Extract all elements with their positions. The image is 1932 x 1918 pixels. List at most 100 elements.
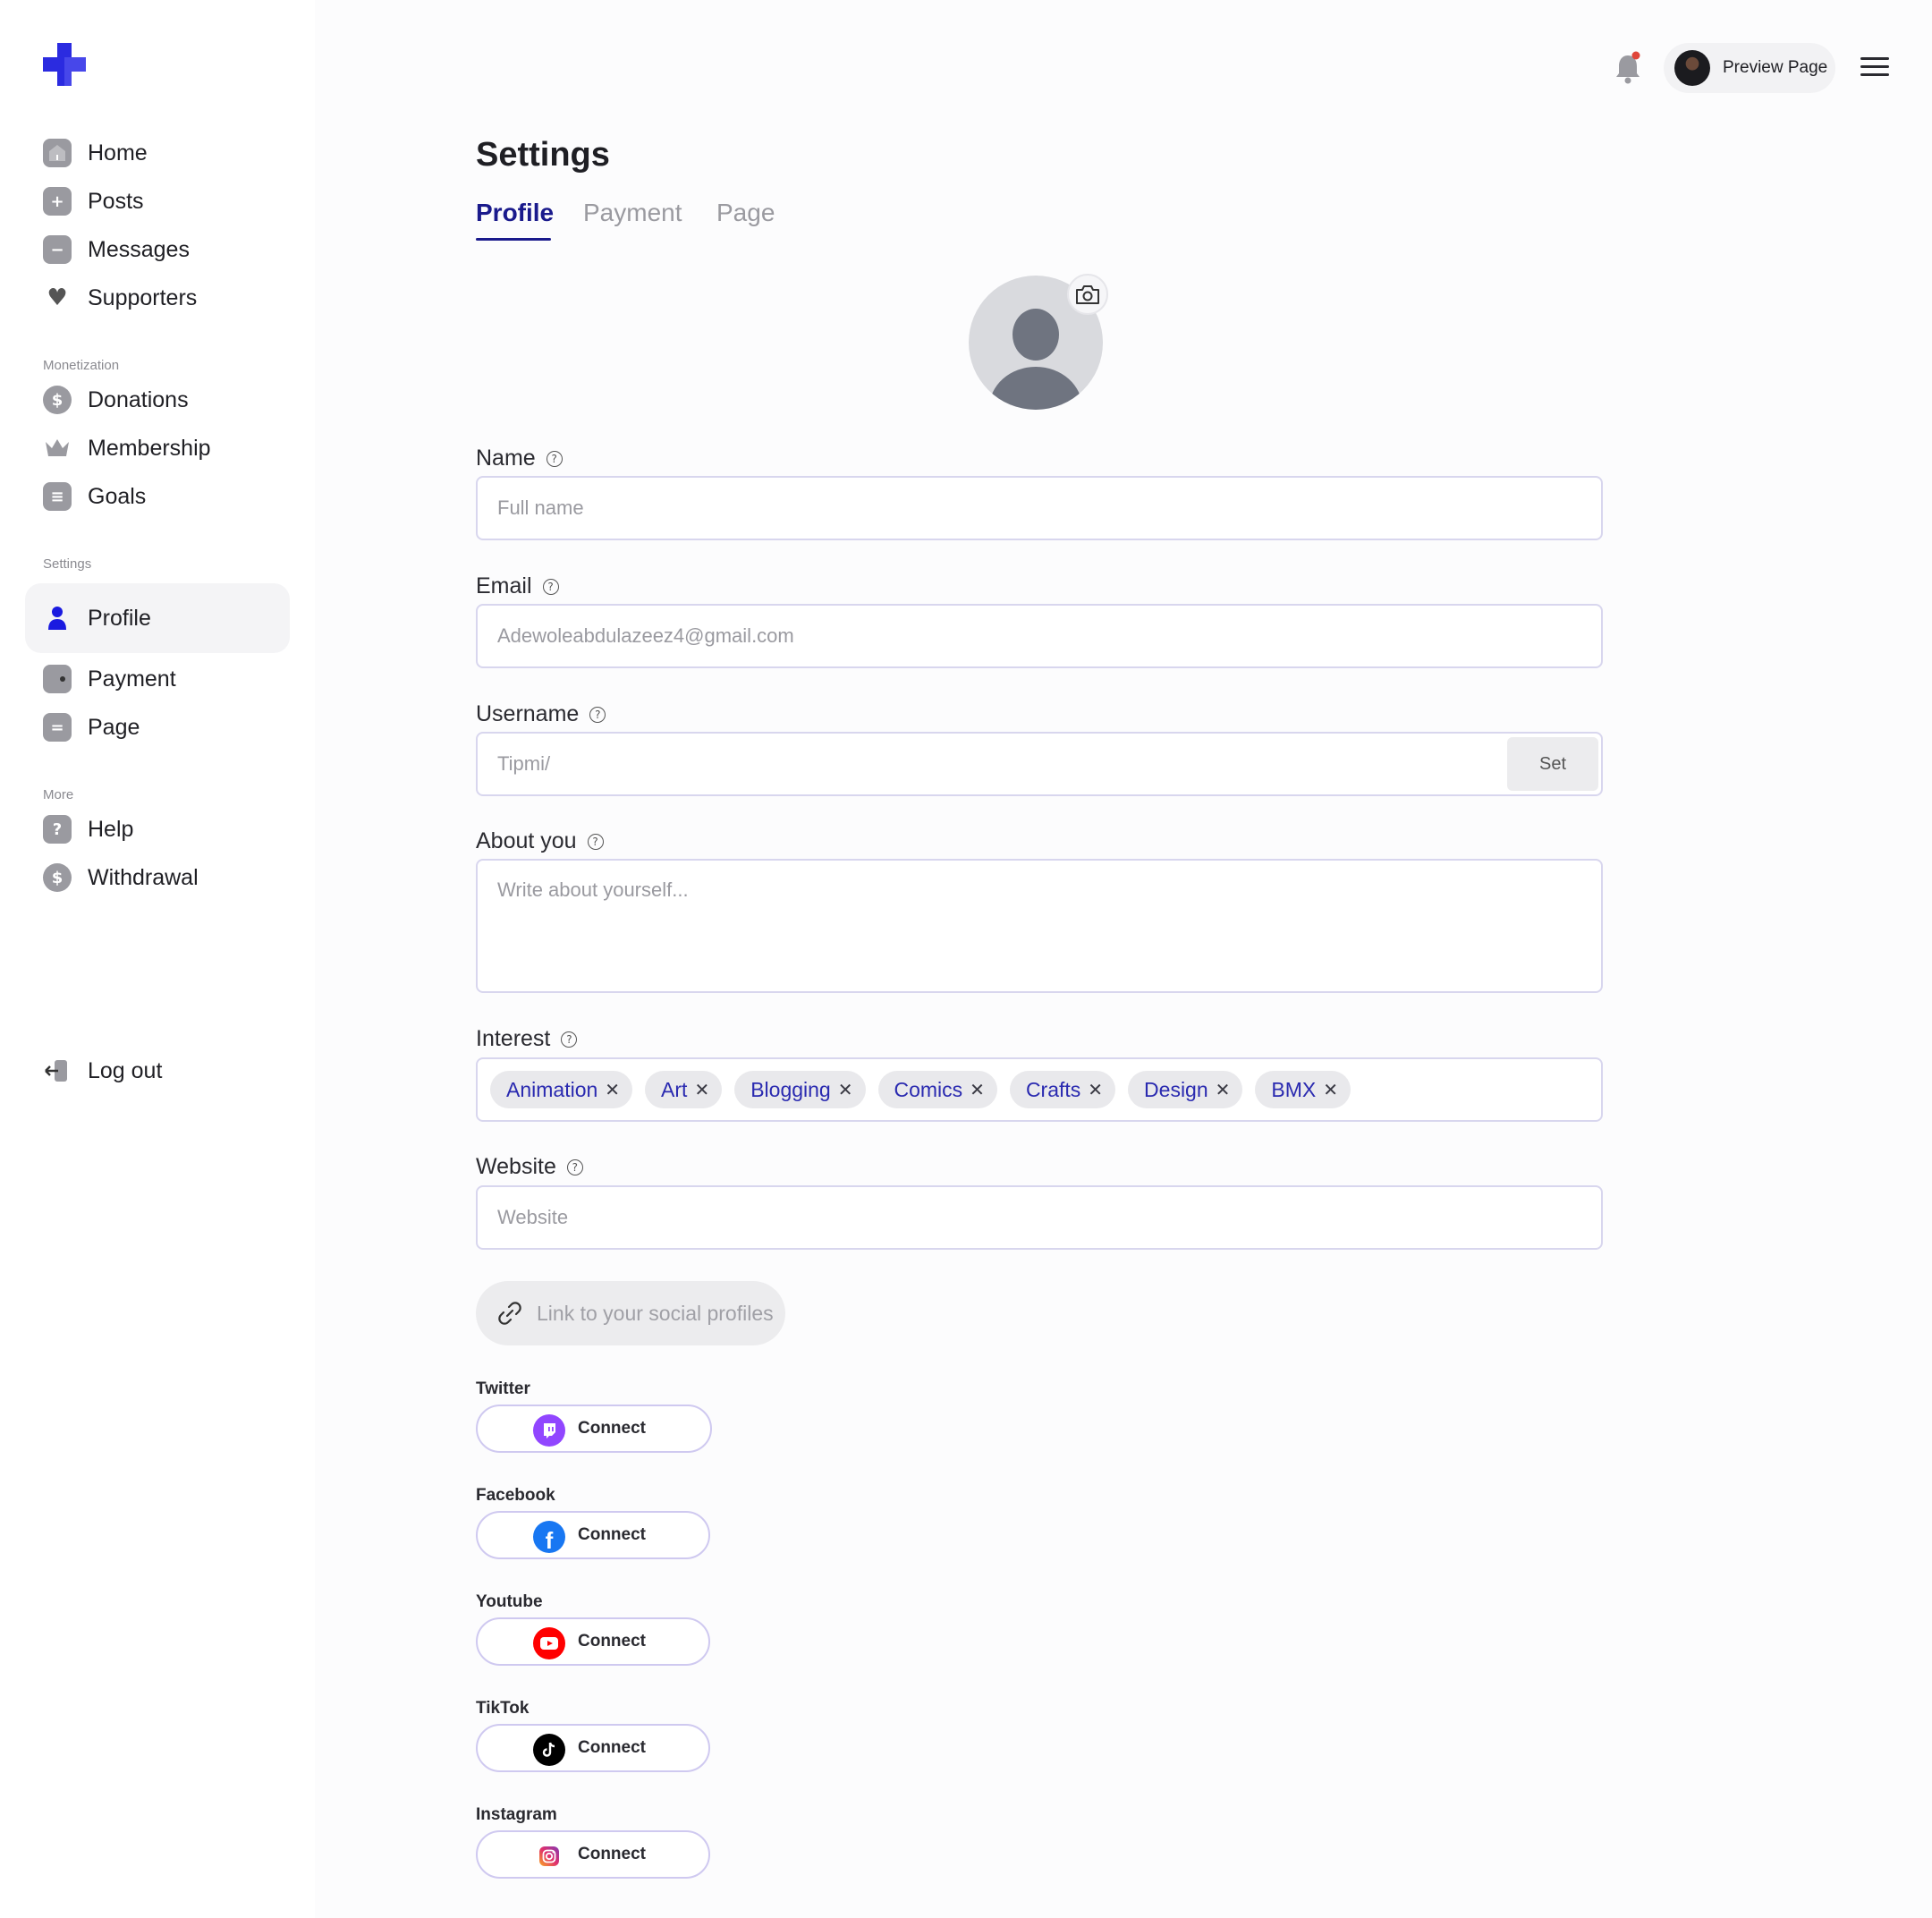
website-label: Website ? bbox=[476, 1154, 583, 1180]
help-circle-icon[interactable]: ? bbox=[587, 833, 604, 850]
username-input[interactable] bbox=[476, 732, 1603, 796]
social-title-twitter: Twitter bbox=[476, 1379, 530, 1398]
username-label: Username ? bbox=[476, 701, 606, 727]
connect-tiktok-button[interactable]: Connect bbox=[476, 1724, 710, 1772]
logout-button[interactable]: Log out bbox=[25, 1047, 290, 1095]
help-circle-icon[interactable]: ? bbox=[542, 578, 559, 595]
name-input[interactable] bbox=[476, 476, 1603, 540]
sidebar-item-label: Goals bbox=[88, 483, 147, 509]
chip-label: Animation bbox=[506, 1077, 598, 1101]
sidebar-item-goals[interactable]: ≡ Goals bbox=[25, 472, 290, 521]
username-label-text: Username bbox=[476, 701, 580, 726]
sidebar-item-payment[interactable]: Payment bbox=[25, 655, 290, 703]
sidebar-item-label: Membership bbox=[88, 435, 211, 461]
close-icon[interactable]: ✕ bbox=[694, 1079, 709, 1100]
chip-label: BMX bbox=[1271, 1077, 1317, 1101]
preview-page-label: Preview Page bbox=[1723, 58, 1828, 77]
help-icon: ? bbox=[43, 815, 72, 844]
sidebar-item-profile[interactable]: Profile bbox=[25, 583, 290, 653]
sidebar-item-posts[interactable]: + Posts bbox=[25, 177, 290, 225]
sidebar-item-label: Supporters bbox=[88, 284, 198, 310]
website-label-text: Website bbox=[476, 1154, 556, 1179]
sidebar: Home + Posts − Messages ♥ Supporters Mon… bbox=[0, 0, 315, 1918]
sidebar-item-page[interactable]: = Page bbox=[25, 703, 290, 751]
social-title-facebook: Facebook bbox=[476, 1486, 555, 1505]
set-username-button[interactable]: Set bbox=[1507, 737, 1598, 791]
sidebar-item-label: Payment bbox=[88, 666, 176, 692]
avatar bbox=[1674, 50, 1710, 86]
sidebar-item-help[interactable]: ? Help bbox=[25, 805, 290, 853]
sidebar-item-supporters[interactable]: ♥ Supporters bbox=[25, 274, 290, 322]
chip-label: Art bbox=[661, 1077, 688, 1101]
section-title-monetization: Monetization bbox=[43, 358, 120, 373]
sidebar-item-donations[interactable]: $ Donations bbox=[25, 376, 290, 424]
close-icon[interactable]: ✕ bbox=[970, 1079, 985, 1100]
interest-tags-input[interactable]: Animation ✕ Art ✕ Blogging ✕ Comics ✕ Crafts… bbox=[476, 1057, 1603, 1122]
name-label: Name ? bbox=[476, 446, 563, 471]
interest-chip: BMX ✕ bbox=[1255, 1071, 1352, 1108]
crown-icon bbox=[43, 434, 72, 463]
tab-page[interactable]: Page bbox=[716, 199, 775, 227]
close-icon[interactable]: ✕ bbox=[605, 1079, 620, 1100]
sidebar-item-label: Posts bbox=[88, 188, 144, 214]
email-field[interactable] bbox=[476, 604, 1603, 668]
hamburger-menu-icon[interactable] bbox=[1860, 57, 1889, 79]
logout-icon bbox=[43, 1057, 72, 1085]
connect-youtube-button[interactable]: Connect bbox=[476, 1617, 710, 1666]
help-circle-icon[interactable]: ? bbox=[589, 706, 606, 723]
close-icon[interactable]: ✕ bbox=[1216, 1079, 1231, 1100]
chip-label: Design bbox=[1144, 1077, 1208, 1101]
home-icon bbox=[43, 139, 72, 167]
sidebar-item-withdrawal[interactable]: $ Withdrawal bbox=[25, 853, 290, 902]
connect-label: Connect bbox=[578, 1525, 646, 1544]
youtube-icon bbox=[533, 1627, 565, 1659]
website-input[interactable] bbox=[476, 1185, 1603, 1250]
sidebar-item-label: Help bbox=[88, 816, 134, 842]
link-social-profiles-label: Link to your social profiles bbox=[537, 1301, 774, 1325]
sidebar-item-label: Profile bbox=[88, 605, 151, 631]
camera-icon[interactable] bbox=[1067, 274, 1108, 315]
email-label-text: Email bbox=[476, 573, 532, 598]
sidebar-item-messages[interactable]: − Messages bbox=[25, 225, 290, 274]
clipboard-icon: ≡ bbox=[43, 482, 72, 511]
help-circle-icon[interactable]: ? bbox=[566, 1158, 583, 1175]
chip-label: Blogging bbox=[750, 1077, 831, 1101]
logout-label: Log out bbox=[88, 1057, 163, 1083]
chip-label: Crafts bbox=[1025, 1077, 1081, 1101]
link-social-profiles-button[interactable]: Link to your social profiles bbox=[476, 1281, 785, 1345]
help-circle-icon[interactable]: ? bbox=[546, 450, 563, 467]
page-title: Settings bbox=[476, 136, 610, 174]
connect-instagram-button[interactable]: Connect bbox=[476, 1830, 710, 1879]
social-title-youtube: Youtube bbox=[476, 1592, 543, 1611]
tab-profile[interactable]: Profile bbox=[476, 199, 554, 227]
wallet-icon bbox=[43, 665, 72, 693]
help-circle-icon[interactable]: ? bbox=[561, 1031, 578, 1048]
twitch-icon bbox=[533, 1414, 565, 1447]
tipmi-logo[interactable] bbox=[41, 41, 88, 88]
tab-payment[interactable]: Payment bbox=[583, 199, 682, 227]
dollar-coin-icon: $ bbox=[43, 386, 72, 414]
about-label-text: About you bbox=[476, 828, 577, 853]
close-icon[interactable]: ✕ bbox=[1088, 1079, 1103, 1100]
chip-label: Comics bbox=[894, 1077, 963, 1101]
heart-icon: ♥ bbox=[47, 284, 68, 311]
sidebar-item-label: Messages bbox=[88, 236, 190, 262]
about-textarea[interactable] bbox=[476, 859, 1603, 993]
notification-bell-icon[interactable] bbox=[1612, 50, 1644, 86]
sidebar-item-membership[interactable]: Membership bbox=[25, 424, 290, 472]
social-title-tiktok: TikTok bbox=[476, 1699, 530, 1718]
connect-twitter-button[interactable]: Connect bbox=[476, 1405, 712, 1453]
facebook-icon: f bbox=[533, 1521, 565, 1554]
section-title-more: More bbox=[43, 787, 74, 802]
connect-facebook-button[interactable]: f Connect bbox=[476, 1511, 710, 1559]
name-label-text: Name bbox=[476, 446, 536, 471]
close-icon[interactable]: ✕ bbox=[838, 1079, 853, 1100]
section-title-settings: Settings bbox=[43, 556, 92, 572]
interest-chip: Comics ✕ bbox=[877, 1071, 997, 1108]
interest-label: Interest ? bbox=[476, 1026, 578, 1052]
page-icon: = bbox=[43, 713, 72, 742]
sidebar-item-label: Page bbox=[88, 714, 140, 740]
preview-page-button[interactable]: Preview Page bbox=[1664, 43, 1835, 93]
close-icon[interactable]: ✕ bbox=[1323, 1079, 1338, 1100]
sidebar-item-home[interactable]: Home bbox=[25, 129, 290, 177]
